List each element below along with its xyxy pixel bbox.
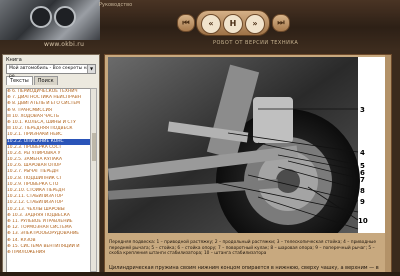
navigation-pill: « H » bbox=[196, 10, 270, 36]
tree-item[interactable]: ⊕ 8. ДВИГАТЕЛЬ И ЕГО СИСТЕМ bbox=[7, 101, 91, 107]
book-select[interactable]: Мой автомобиль - Все секреты на ре ▼ bbox=[6, 64, 96, 79]
book-label: Книга bbox=[6, 57, 22, 63]
top-panel: Руководство www.okbi.ru ⏮ « H » ⏭ РОБОТ … bbox=[0, 0, 400, 50]
callout-10: 10 bbox=[358, 217, 368, 225]
gauge-icon bbox=[54, 6, 76, 28]
forward-button[interactable]: » bbox=[245, 14, 265, 34]
figure-caption: Передняя подвеска: 1 – приводной растяжк… bbox=[109, 240, 377, 257]
scrollbar-thumb[interactable] bbox=[92, 133, 96, 161]
callout-7: 7 bbox=[360, 176, 365, 184]
content-pane: 3 4 5 6 7 8 9 10 Передняя подвеска: 1 – … bbox=[104, 54, 392, 275]
bottom-frame bbox=[0, 272, 400, 276]
content-scrollbar[interactable] bbox=[385, 55, 391, 274]
first-page-button[interactable]: ⏮ bbox=[177, 14, 195, 32]
tree-item[interactable]: ⊕ 15. СИСТЕМА ВЕНТИЛЯЦИИ И bbox=[7, 244, 91, 250]
tree-item[interactable]: ⊕ 13. ЭЛЕКТРООБОРУДОВАНИЕ bbox=[7, 231, 91, 237]
home-button[interactable]: H bbox=[223, 14, 243, 34]
brand-text: www.okbi.ru bbox=[44, 41, 85, 48]
contents-tree: ⊕ 6. ПЕРИОДИЧЕСКОЕ ТЕХНИЧ ⊕ 7. ДИАГНОСТИК… bbox=[6, 88, 92, 274]
callout-3: 3 bbox=[360, 106, 365, 114]
logo-text: РОБОТ ОТ ВЕРСИИ ТЕХНИКА bbox=[213, 40, 299, 46]
sidebar: Книга Мой автомобиль - Все секреты на ре… bbox=[2, 54, 100, 275]
suspension-photo: 3 4 5 6 7 8 9 10 bbox=[107, 57, 368, 253]
sidebar-tabs: Тексты Поиск bbox=[6, 76, 96, 85]
gauge-icon bbox=[30, 6, 52, 28]
top-tag: Руководство bbox=[99, 2, 133, 8]
last-page-button[interactable]: ⏭ bbox=[272, 14, 290, 32]
back-button[interactable]: « bbox=[201, 14, 221, 34]
tree-scrollbar[interactable] bbox=[90, 88, 97, 272]
tree-item[interactable]: ⊕ ПРИЛОЖЕНИЯ bbox=[7, 250, 91, 256]
suspension-figure: 3 4 5 6 7 8 9 10 bbox=[107, 57, 386, 253]
body-paragraph: Цилиндрическая пружина своим нижним конц… bbox=[109, 265, 379, 271]
callout-4: 4 bbox=[360, 149, 365, 157]
chevron-down-icon[interactable]: ▼ bbox=[87, 65, 95, 73]
dashboard-photo bbox=[0, 0, 100, 40]
tab-search[interactable]: Поиск bbox=[33, 76, 58, 85]
callout-8: 8 bbox=[360, 187, 365, 195]
callout-9: 9 bbox=[360, 198, 365, 206]
